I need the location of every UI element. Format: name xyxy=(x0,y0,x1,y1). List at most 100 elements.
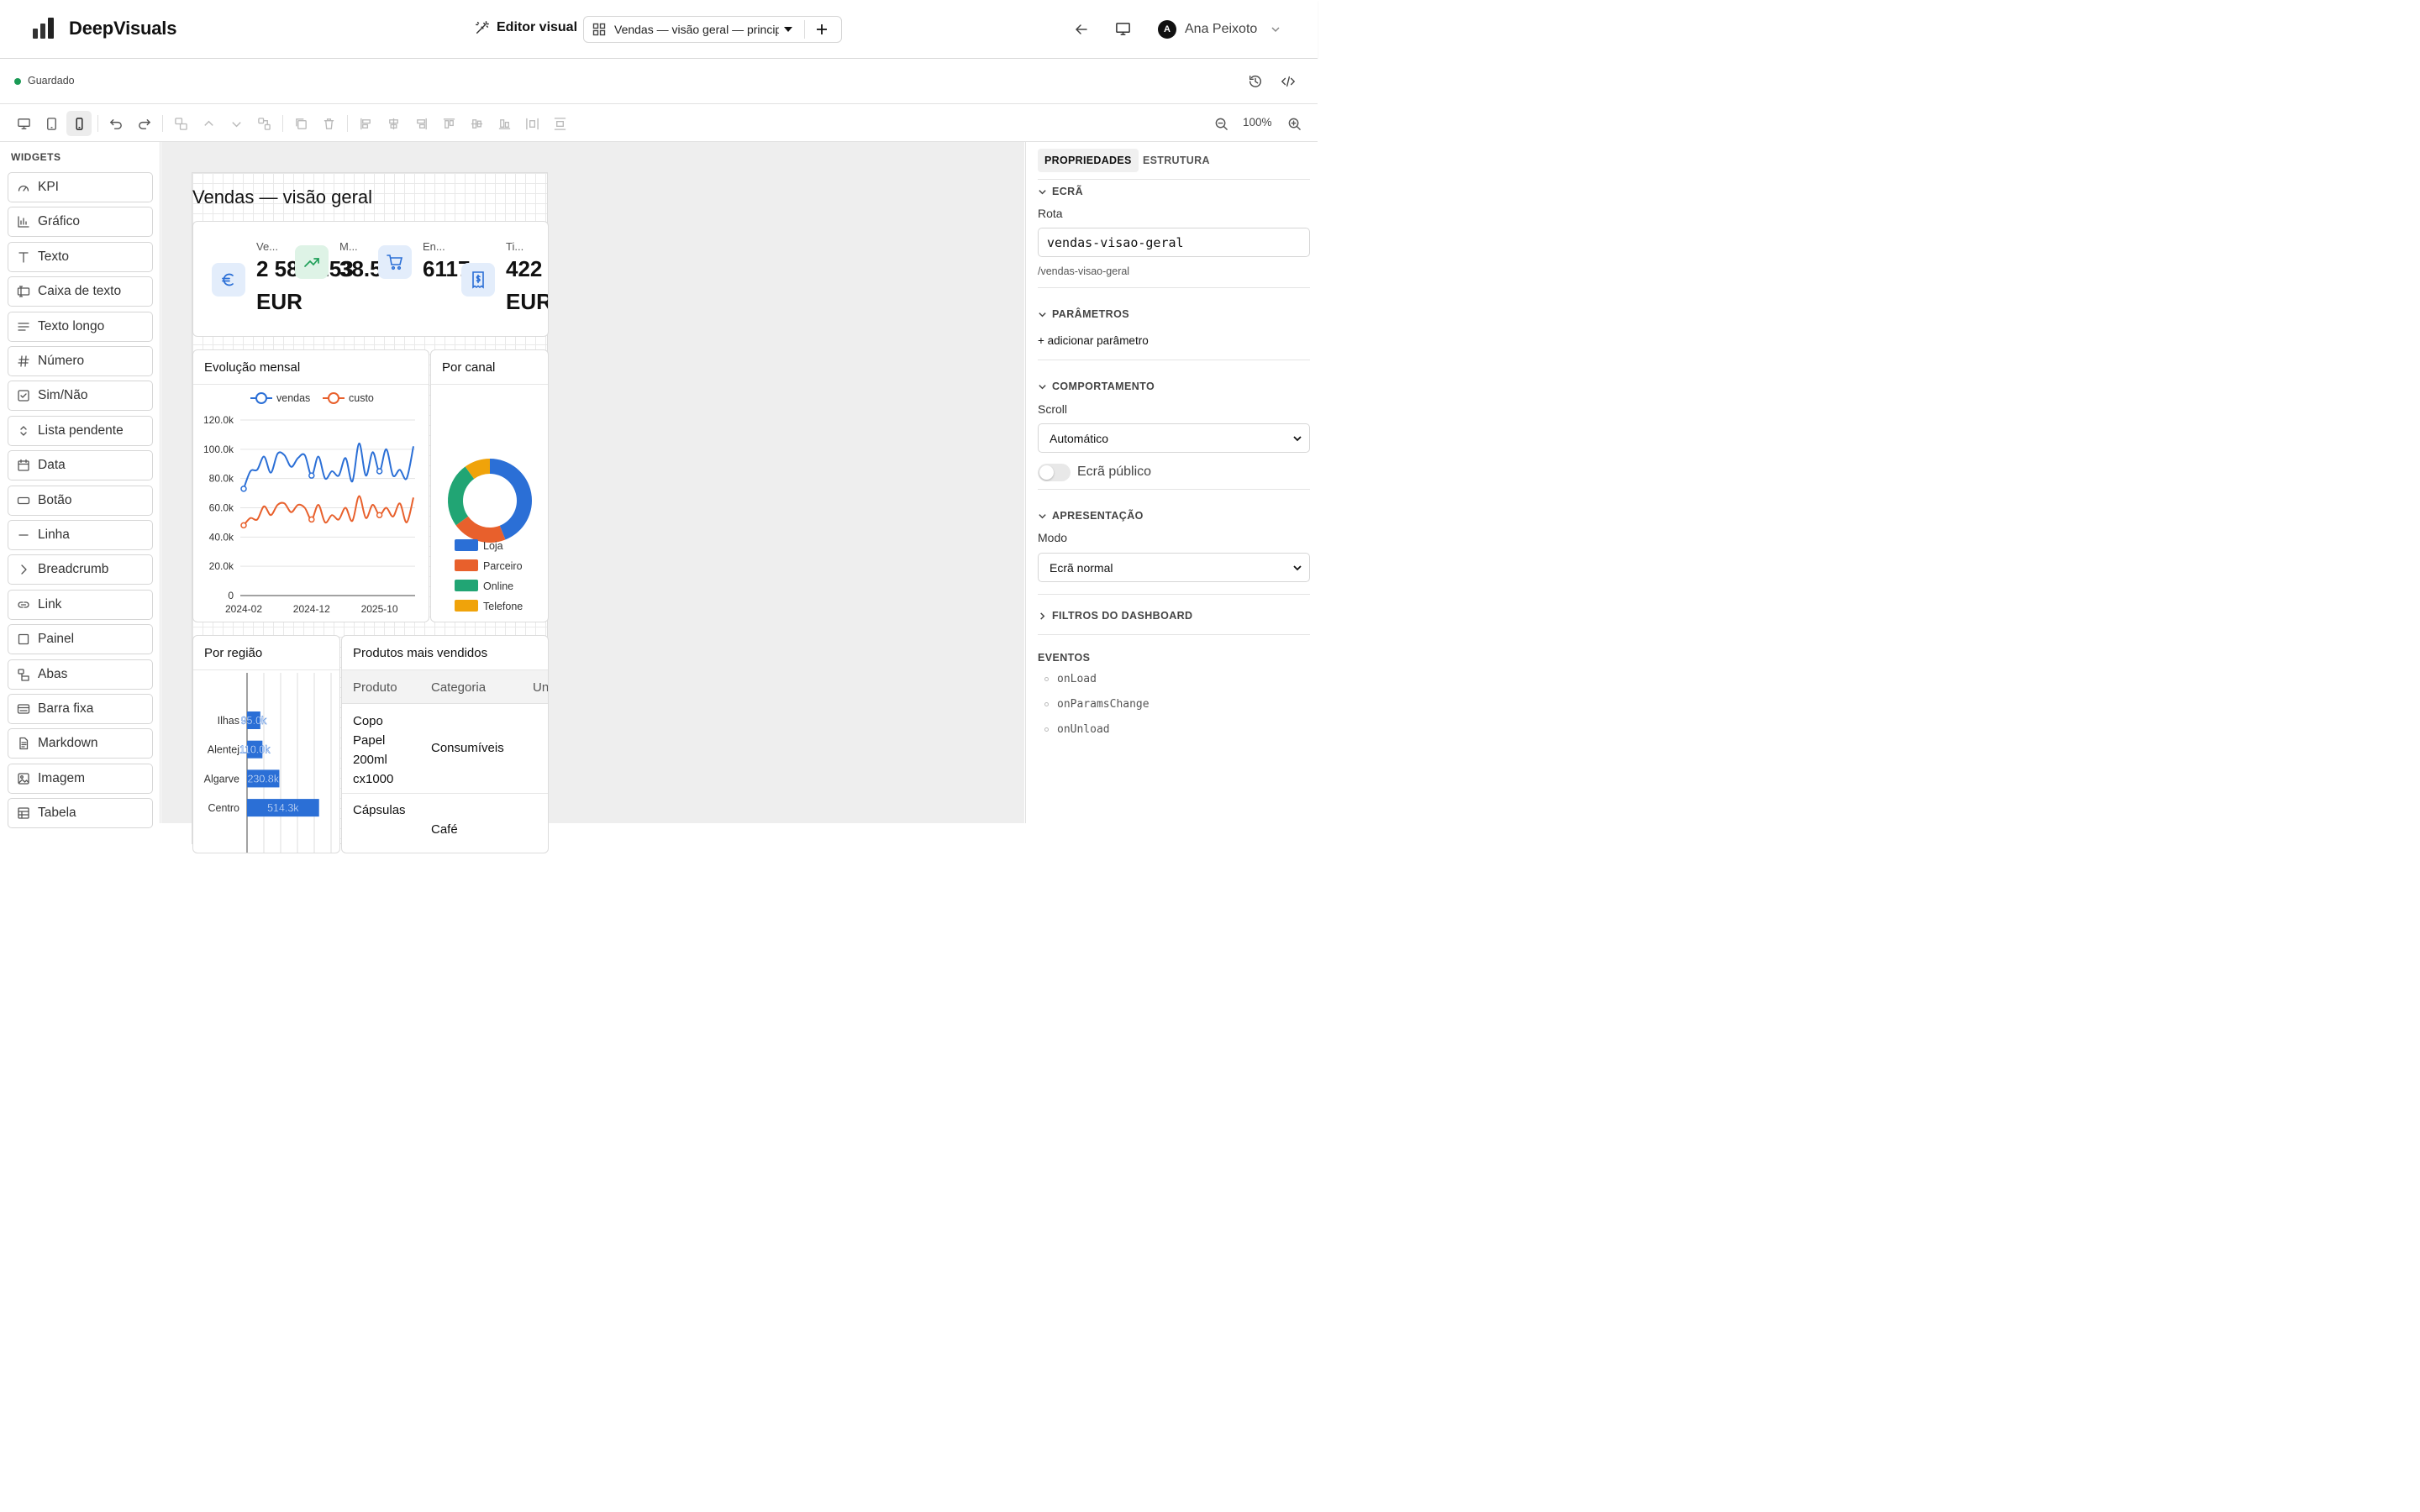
widget-item[interactable]: Caixa de texto xyxy=(8,276,153,307)
column-header[interactable]: Un xyxy=(533,680,548,695)
widget-item[interactable]: Barra fixa xyxy=(8,694,153,724)
legend-label[interactable]: custo xyxy=(349,392,374,404)
line-chart-card[interactable]: Evolução mensal 0 20.0k 40.0k 60.0k 80.0k 100… xyxy=(192,349,429,622)
page-title[interactable]: Vendas — visão geral xyxy=(192,186,372,208)
add-screen-icon[interactable] xyxy=(816,24,828,35)
caret-down-icon xyxy=(784,25,792,34)
widget-item[interactable]: Gráfico xyxy=(8,207,153,238)
widget-item[interactable]: Linha xyxy=(8,520,153,550)
section-behavior[interactable]: COMPORTAMENTO xyxy=(1038,381,1155,392)
pie-slice[interactable] xyxy=(448,466,475,526)
legend-label[interactable]: Parceiro xyxy=(483,560,523,572)
data-point[interactable] xyxy=(376,512,383,518)
distribute-vertical-icon[interactable] xyxy=(547,111,572,136)
toolbar-divider xyxy=(97,115,98,132)
section-presentation[interactable]: APRESENTAÇÃO xyxy=(1038,510,1144,522)
widget-item[interactable]: Texto xyxy=(8,241,153,272)
widget-item[interactable]: Texto longo xyxy=(8,311,153,342)
mode-select[interactable]: Ecrã normal xyxy=(1038,553,1310,582)
widget-item[interactable]: Markdown xyxy=(8,728,153,759)
mobile-view-icon[interactable] xyxy=(66,111,92,136)
screen-page[interactable]: Vendas — visão geral Ve... 2 584 253 EUR … xyxy=(192,172,549,853)
duplicate-icon[interactable] xyxy=(288,111,313,136)
mode-select-value: Ecrã normal xyxy=(1050,560,1113,575)
public-screen-toggle[interactable] xyxy=(1038,464,1071,481)
align-bottom-icon[interactable] xyxy=(492,111,517,136)
tab-properties[interactable]: PROPRIEDADES xyxy=(1038,149,1139,172)
align-center-h-icon[interactable] xyxy=(381,111,406,136)
group-icon[interactable] xyxy=(168,111,193,136)
monitor-icon[interactable] xyxy=(1115,21,1131,37)
screen-selector[interactable]: Vendas — visão geral — princip xyxy=(583,16,842,43)
column-header[interactable]: Produto xyxy=(353,680,397,695)
desktop-view-icon[interactable] xyxy=(11,111,36,136)
trash-icon[interactable] xyxy=(316,111,341,136)
tablet-view-icon[interactable] xyxy=(39,111,64,136)
undo-icon[interactable] xyxy=(103,111,129,136)
column-header[interactable]: Categoria xyxy=(431,680,486,695)
data-point[interactable] xyxy=(376,468,383,475)
align-center-v-icon[interactable] xyxy=(464,111,489,136)
widget-item[interactable]: Sim/Não xyxy=(8,381,153,412)
toggle-knob xyxy=(1039,465,1054,480)
widget-item[interactable]: Tabela xyxy=(8,798,153,829)
table-card[interactable]: Produtos mais vendidos Produto Categoria… xyxy=(341,635,549,853)
data-point[interactable] xyxy=(240,486,247,492)
event-item[interactable]: onLoad xyxy=(1044,673,1097,685)
zoom-in-icon[interactable] xyxy=(1281,111,1307,136)
scroll-select[interactable]: Automático xyxy=(1038,423,1310,453)
user-menu[interactable]: A Ana Peixoto xyxy=(1158,20,1281,39)
pie-chart-card[interactable]: Por canal Loja Parceiro Online Telefone xyxy=(430,349,549,622)
widget-item[interactable]: Data xyxy=(8,450,153,481)
align-right-icon[interactable] xyxy=(408,111,434,136)
app-logo[interactable]: DeepVisuals xyxy=(32,17,176,40)
legend-label[interactable]: Telefone xyxy=(483,601,523,612)
widget-item[interactable]: Breadcrumb xyxy=(8,554,153,585)
event-item[interactable]: onParamsChange xyxy=(1044,698,1150,711)
data-point[interactable] xyxy=(308,472,315,479)
widget-item[interactable]: Abas xyxy=(8,659,153,690)
align-left-icon[interactable] xyxy=(353,111,378,136)
bar-chart-card[interactable]: Por região Ilhas 95.0k Alentej 110.0k Algarv… xyxy=(192,635,340,853)
event-name: onParamsChange xyxy=(1057,698,1150,711)
widget-item[interactable]: Link xyxy=(8,589,153,620)
table-row[interactable]: Copo Papel 200ml cx1000 Consumíveis xyxy=(342,705,548,794)
distribute-horizontal-icon[interactable] xyxy=(519,111,544,136)
event-item[interactable]: onUnload xyxy=(1044,723,1110,736)
legend-label[interactable]: Loja xyxy=(483,540,503,552)
route-input[interactable]: vendas-visao-geral xyxy=(1038,228,1310,257)
widgets-sidebar: WIDGETS KPI Gráfico Texto Caixa de texto Tex… xyxy=(0,142,160,829)
widget-item[interactable]: Lista pendente xyxy=(8,415,153,446)
history-icon[interactable] xyxy=(1248,74,1263,89)
move-down-icon[interactable] xyxy=(224,111,249,136)
code-icon[interactable] xyxy=(1281,74,1296,89)
align-top-icon[interactable] xyxy=(436,111,461,136)
section-dashboard-filters[interactable]: FILTROS DO DASHBOARD xyxy=(1038,610,1193,622)
data-point[interactable] xyxy=(240,522,247,529)
visual-editor-button[interactable]: Editor visual xyxy=(475,20,577,35)
widget-item[interactable]: Número xyxy=(8,346,153,376)
legend-label[interactable]: Online xyxy=(483,580,513,592)
widget-item[interactable]: KPI xyxy=(8,172,153,202)
widget-item[interactable]: Botão xyxy=(8,485,153,516)
widget-item[interactable]: Painel xyxy=(8,624,153,655)
move-up-icon[interactable] xyxy=(196,111,221,136)
section-screen[interactable]: ECRÃ xyxy=(1038,186,1083,197)
y-tick-label: 120.0k xyxy=(203,414,234,426)
editor-canvas[interactable]: Vendas — visão geral Ve... 2 584 253 EUR … xyxy=(161,142,1024,853)
tab-structure[interactable]: ESTRUTURA xyxy=(1136,149,1217,172)
section-parameters[interactable]: PARÂMETROS xyxy=(1038,308,1129,320)
widget-label: Imagem xyxy=(38,770,85,785)
chevron-down-icon xyxy=(1292,563,1302,573)
legend-label[interactable]: vendas xyxy=(276,392,310,404)
pie-slice[interactable] xyxy=(455,516,506,543)
zoom-out-icon[interactable] xyxy=(1208,111,1234,136)
widget-item[interactable]: Imagem xyxy=(8,763,153,794)
redo-icon[interactable] xyxy=(131,111,156,136)
arrow-left-icon[interactable] xyxy=(1075,23,1088,36)
kpi-card[interactable]: Ve... 2 584 253 EUR M... 38.5% En... 6117… xyxy=(192,221,549,337)
add-parameter-link[interactable]: + adicionar parâmetro xyxy=(1038,334,1149,347)
ungroup-icon[interactable] xyxy=(251,111,276,136)
data-point[interactable] xyxy=(308,516,315,523)
table-row[interactable]: Cápsulas Café xyxy=(342,795,548,853)
